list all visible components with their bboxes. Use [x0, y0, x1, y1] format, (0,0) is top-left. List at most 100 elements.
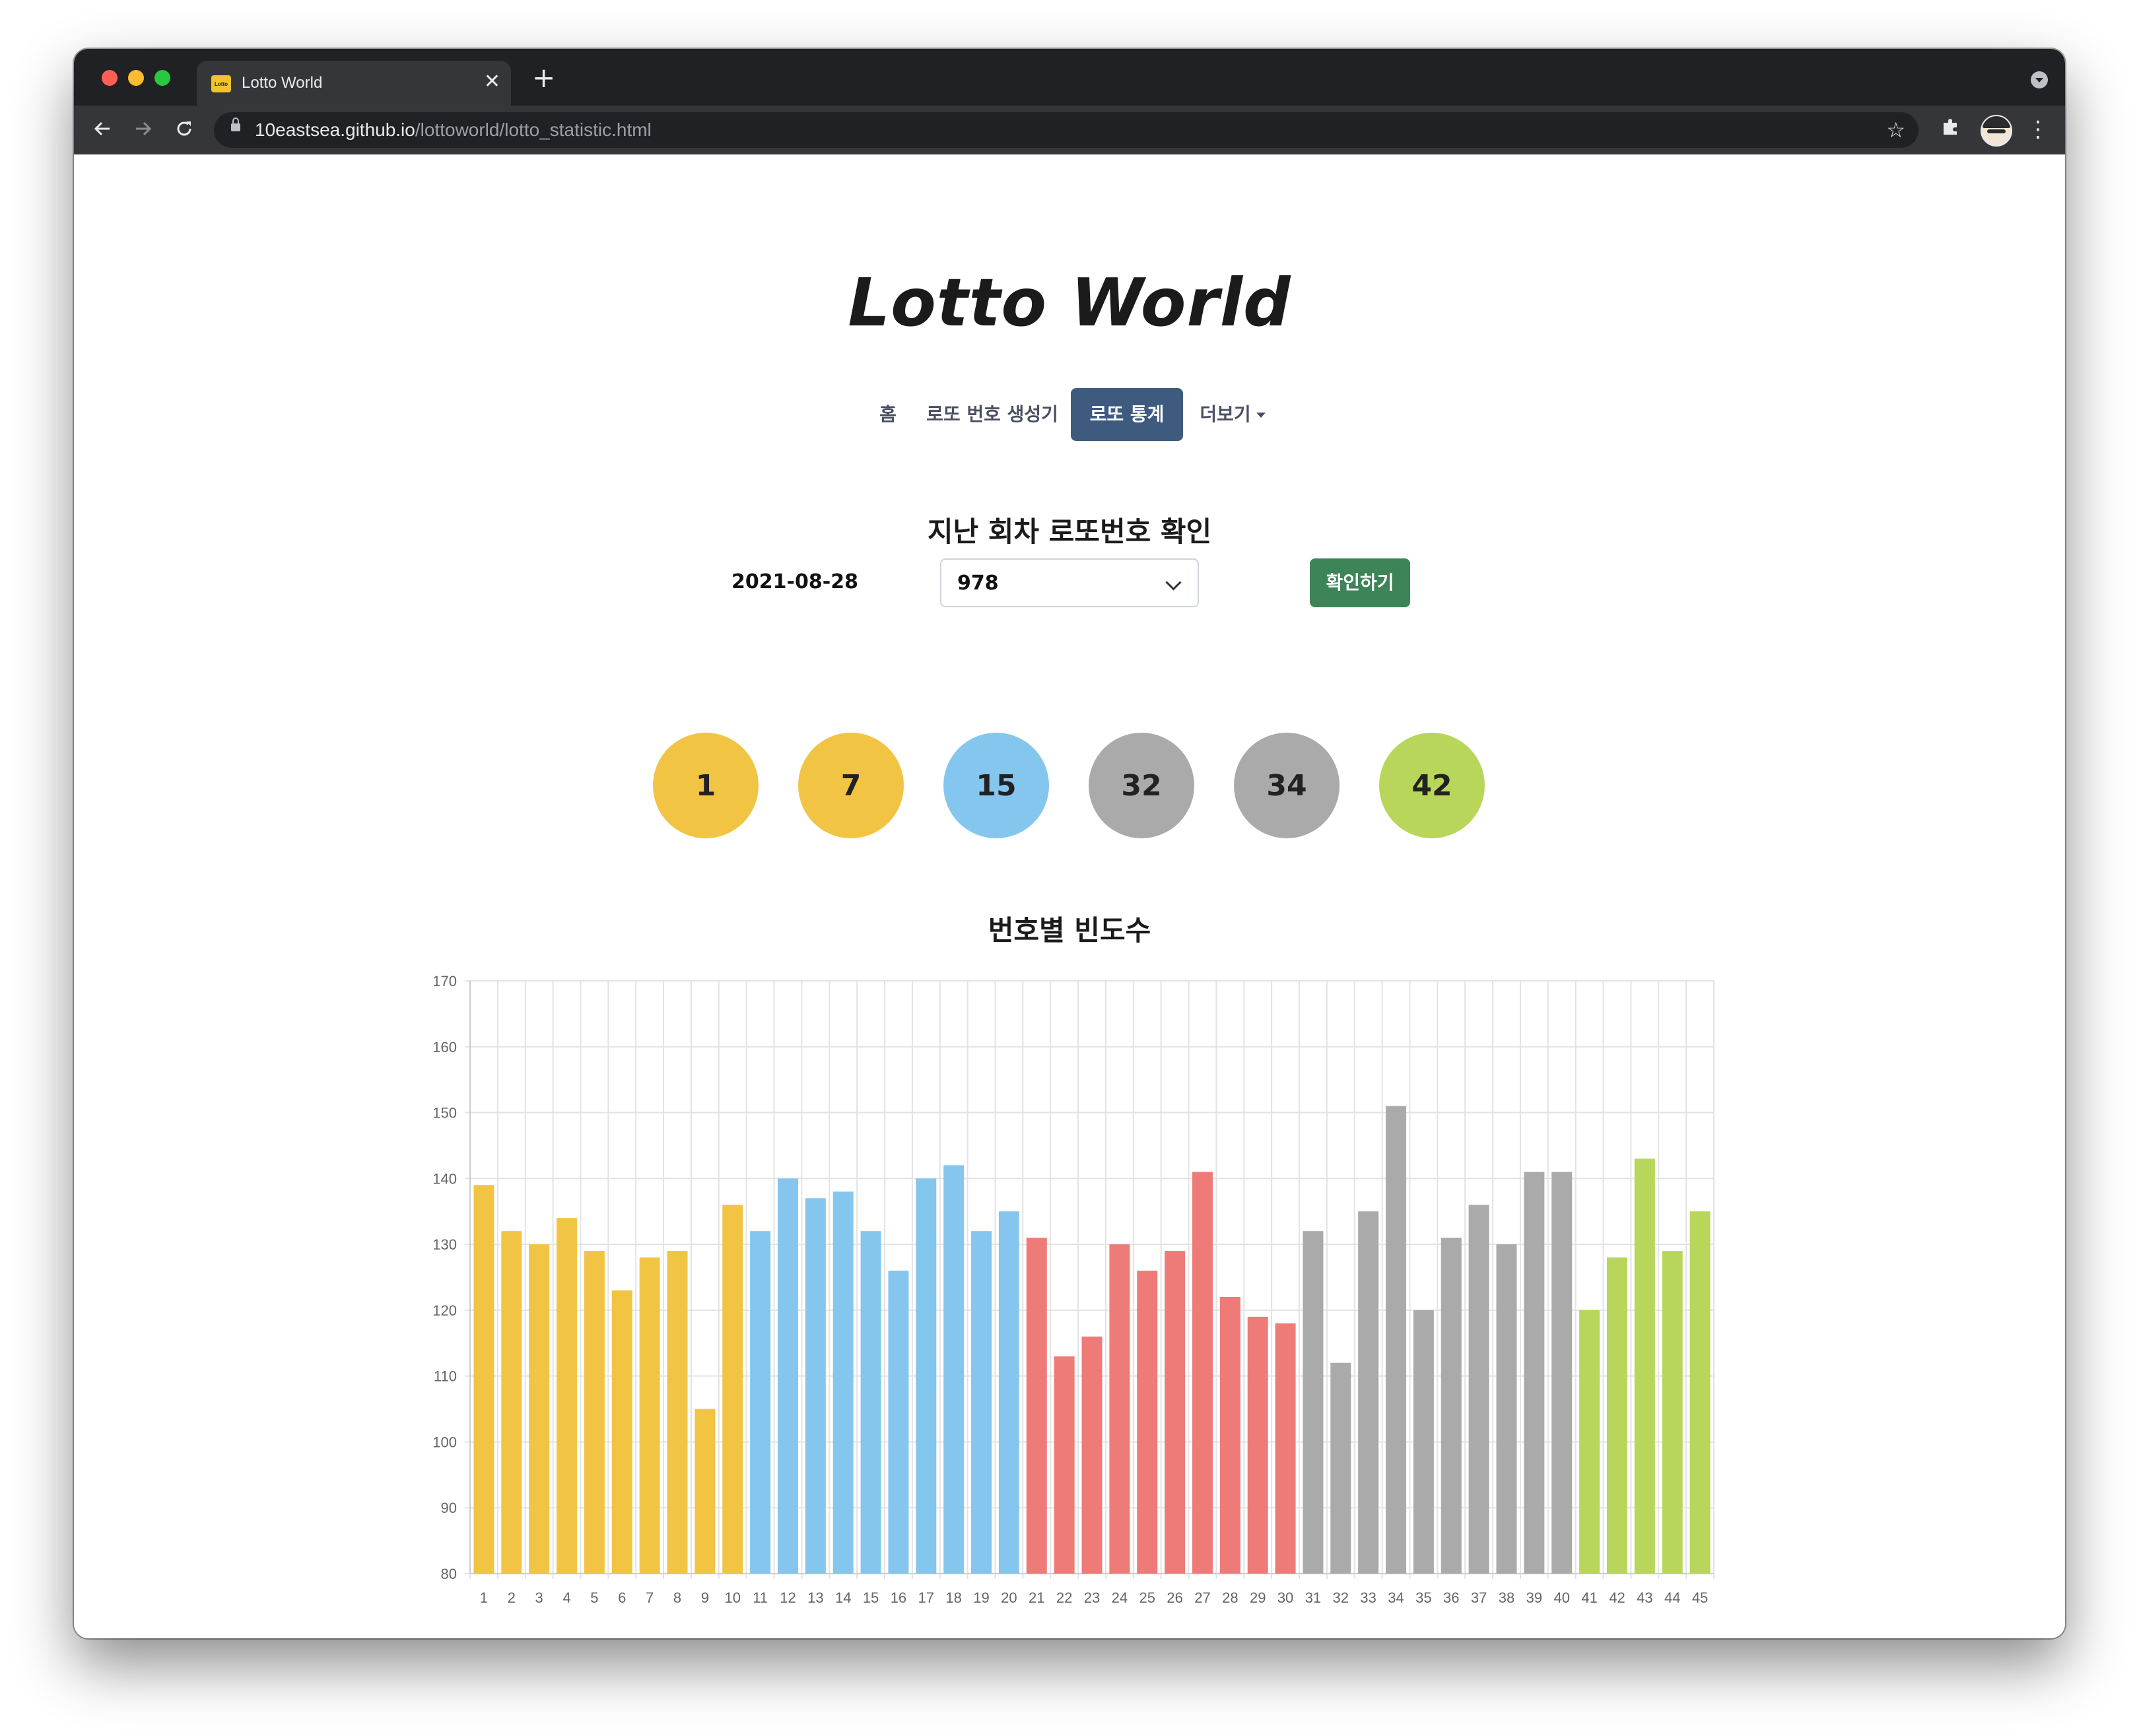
x-tick-label: 22 — [1056, 1589, 1072, 1606]
tab-title: Lotto World — [242, 74, 323, 92]
x-tick-label: 9 — [701, 1589, 709, 1606]
x-tick-label: 13 — [807, 1589, 823, 1606]
y-tick-label: 170 — [432, 973, 457, 989]
new-tab-button[interactable]: + — [532, 63, 555, 92]
chart-bar — [1192, 1172, 1213, 1574]
address-bar[interactable]: 10eastsea.github.io/lottoworld/lotto_sta… — [214, 112, 1918, 148]
x-tick-label: 3 — [535, 1589, 543, 1606]
chart-bar — [1054, 1356, 1075, 1574]
x-tick-label: 37 — [1471, 1589, 1487, 1606]
x-tick-label: 16 — [891, 1589, 906, 1606]
chart-bar — [722, 1205, 743, 1574]
chart-bar — [1275, 1323, 1296, 1574]
chart-bar — [1413, 1310, 1434, 1574]
frequency-bar-chart: 17016015014013012011010090801 2 3 4 5 6 7 8 9 10 1… — [432, 973, 1715, 1606]
chart-bar — [529, 1244, 550, 1574]
minimize-window-button[interactable] — [128, 70, 144, 86]
chart-bar — [1496, 1244, 1517, 1574]
chart-bar — [1524, 1172, 1545, 1574]
x-tick-label: 35 — [1415, 1589, 1431, 1606]
favicon-icon: Lotto — [211, 75, 231, 92]
bookmark-star-icon[interactable]: ☆ — [1886, 117, 1905, 143]
forward-icon[interactable] — [127, 112, 160, 145]
browser-menu-icon[interactable]: ⋮ — [2027, 115, 2049, 144]
extensions-puzzle-icon[interactable] — [1940, 115, 1962, 143]
x-tick-label: 43 — [1637, 1589, 1652, 1606]
x-tick-label: 28 — [1222, 1589, 1238, 1606]
browser-window: Lotto Lotto World ✕ + 10eastsea.github.i… — [74, 49, 2065, 1638]
back-icon[interactable] — [86, 112, 119, 145]
y-tick-label: 90 — [441, 1500, 457, 1516]
chart-bar — [1634, 1158, 1655, 1574]
x-tick-label: 11 — [753, 1589, 768, 1606]
chart-bar — [805, 1198, 826, 1574]
x-tick-label: 44 — [1664, 1589, 1680, 1606]
browser-tab[interactable]: Lotto Lotto World ✕ — [197, 61, 511, 106]
x-tick-label: 17 — [918, 1589, 934, 1606]
chart-bar — [1468, 1205, 1489, 1574]
x-tick-label: 34 — [1388, 1589, 1404, 1606]
y-tick-label: 110 — [434, 1368, 457, 1385]
x-tick-label: 39 — [1526, 1589, 1542, 1606]
chart-bar — [750, 1231, 771, 1574]
x-tick-label: 36 — [1443, 1589, 1459, 1606]
chart-bar — [473, 1185, 494, 1574]
chart-bar — [695, 1409, 716, 1574]
chart-bar — [1026, 1238, 1047, 1574]
chart-bar — [1219, 1296, 1240, 1574]
x-tick-label: 7 — [646, 1589, 654, 1606]
chart-bar — [1689, 1211, 1711, 1574]
browser-titlebar: Lotto Lotto World ✕ + — [74, 49, 2065, 106]
x-tick-label: 40 — [1553, 1589, 1569, 1606]
chart-bar — [1137, 1271, 1158, 1574]
profile-avatar[interactable] — [1981, 115, 2012, 147]
tab-search-icon[interactable] — [2031, 71, 2048, 88]
reload-icon[interactable] — [168, 112, 201, 145]
chart-bar — [971, 1231, 992, 1574]
chart-bar — [1303, 1231, 1324, 1574]
x-tick-label: 27 — [1194, 1589, 1210, 1606]
y-tick-label: 140 — [432, 1170, 457, 1187]
x-tick-label: 25 — [1139, 1589, 1155, 1606]
x-tick-label: 29 — [1250, 1589, 1266, 1606]
chart-bar — [557, 1218, 578, 1574]
chart-bar — [1081, 1336, 1103, 1574]
x-tick-label: 26 — [1167, 1589, 1182, 1606]
x-tick-label: 8 — [673, 1589, 681, 1606]
chart-bar — [584, 1251, 605, 1574]
chart-bar — [1109, 1244, 1130, 1574]
chart-bar — [1247, 1316, 1268, 1574]
x-tick-label: 4 — [562, 1589, 570, 1606]
chart-bar — [832, 1191, 854, 1574]
x-tick-label: 1 — [480, 1589, 488, 1606]
x-tick-label: 30 — [1277, 1589, 1293, 1606]
x-tick-label: 23 — [1084, 1589, 1100, 1606]
x-tick-label: 10 — [724, 1589, 740, 1606]
chart-bar — [667, 1251, 688, 1574]
x-tick-label: 2 — [508, 1589, 516, 1606]
chart-bar — [1358, 1211, 1379, 1574]
close-window-button[interactable] — [102, 70, 118, 86]
chart-bar — [916, 1178, 937, 1574]
chart-bar — [1551, 1172, 1573, 1574]
x-tick-label: 5 — [590, 1589, 598, 1606]
x-tick-label: 41 — [1581, 1589, 1597, 1606]
chart-bar — [1165, 1251, 1186, 1574]
chart-bar — [611, 1290, 632, 1574]
chart-bar — [1441, 1238, 1462, 1574]
lock-icon[interactable] — [231, 117, 240, 131]
tab-close-icon[interactable]: ✕ — [484, 70, 500, 94]
chart-bar — [860, 1231, 881, 1574]
page-content: Lotto World 홈 로또 번호 생성기 로또 통계 더보기 지난 회차 … — [74, 154, 2065, 1638]
x-tick-label: 42 — [1609, 1589, 1625, 1606]
y-tick-label: 130 — [432, 1236, 457, 1253]
chart-bar — [1386, 1106, 1407, 1574]
y-tick-label: 100 — [432, 1434, 457, 1450]
x-tick-label: 20 — [1001, 1589, 1017, 1606]
y-tick-label: 150 — [432, 1105, 457, 1121]
maximize-window-button[interactable] — [154, 70, 170, 86]
x-tick-label: 6 — [618, 1589, 626, 1606]
chart-bar — [639, 1257, 660, 1574]
x-tick-label: 15 — [863, 1589, 879, 1606]
chart-bar — [501, 1231, 522, 1574]
